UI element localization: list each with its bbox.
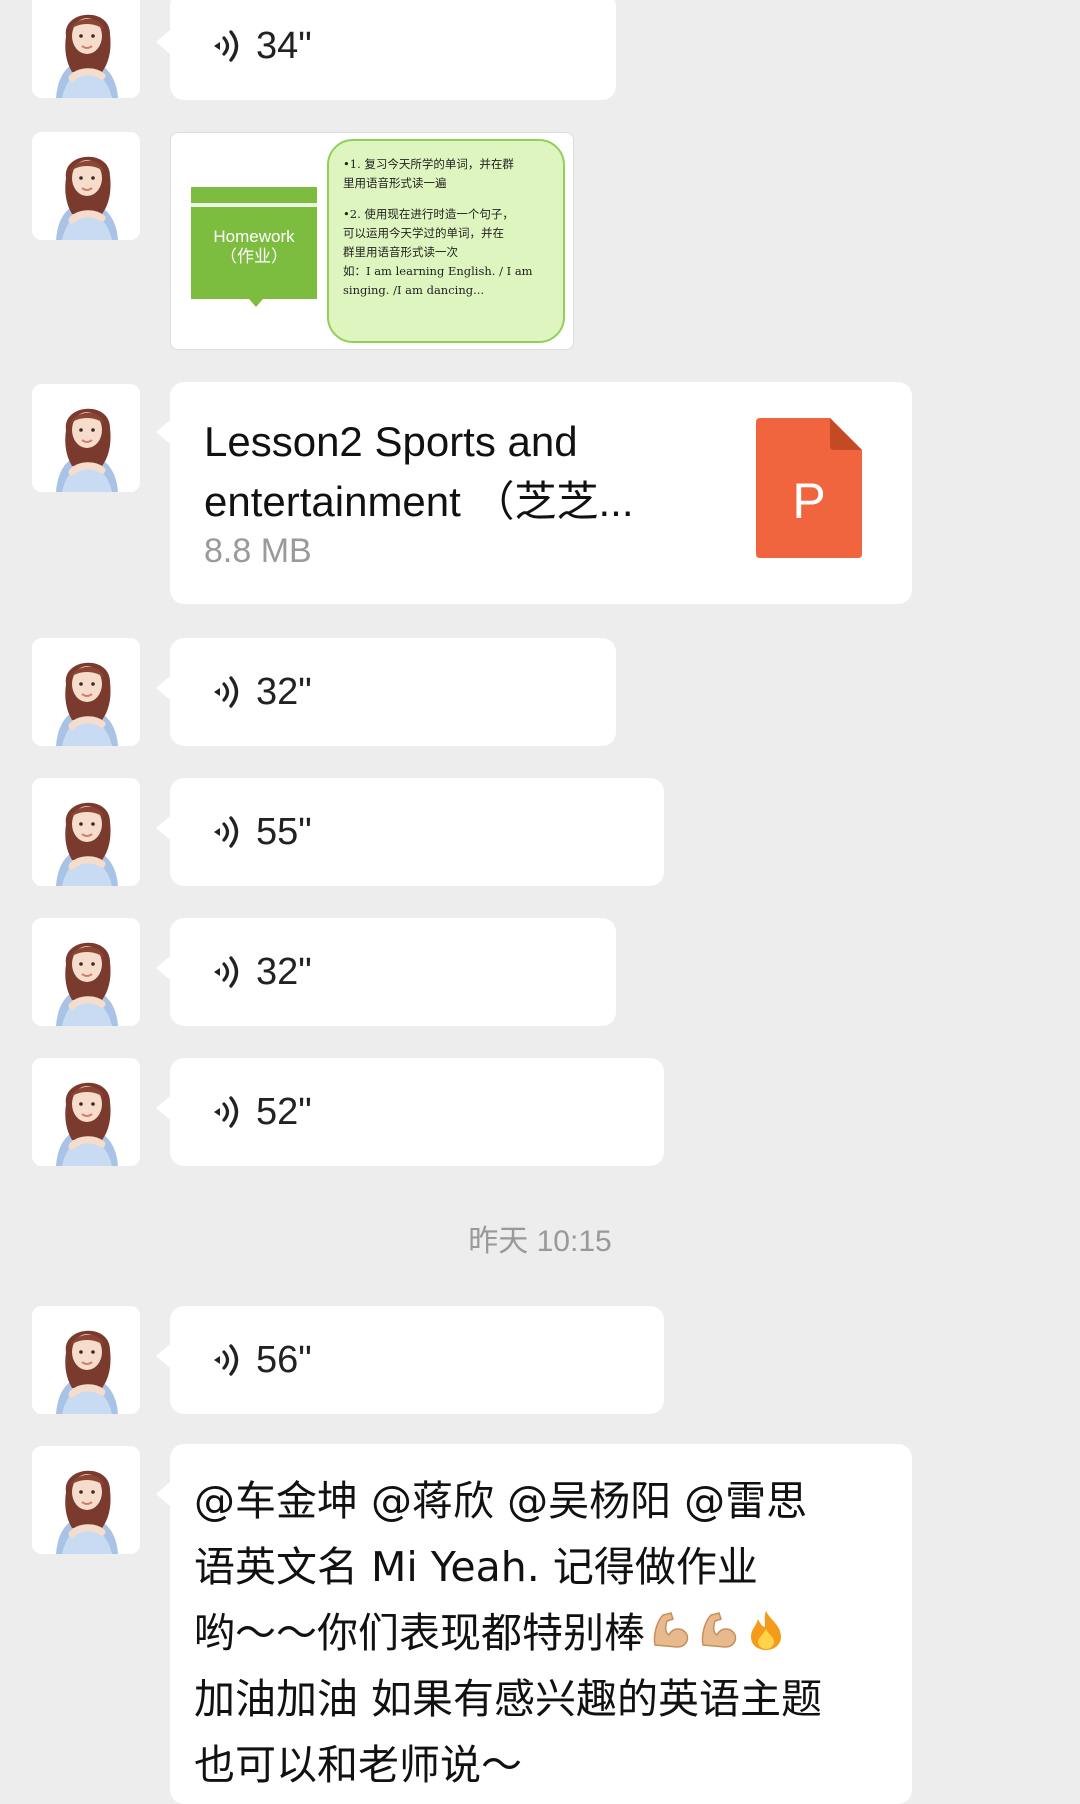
message-text-line: 加油加油 如果有感兴趣的英语主题 <box>194 1675 823 1723</box>
message-text-line: 也可以和老师说～ <box>194 1741 522 1789</box>
voice-wave-icon <box>208 26 248 66</box>
slide-arrow <box>249 299 263 307</box>
flexed-biceps-icon <box>653 1612 689 1648</box>
sender-avatar[interactable] <box>32 778 140 886</box>
slide-note-line: •1. 复习今天所学的单词，并在群 <box>343 157 514 171</box>
slide-note-line: 群里用语音形式读一次 <box>343 245 458 259</box>
slide-note-line: 如：I am learning English. / I am <box>343 264 533 278</box>
flexed-biceps-icon <box>701 1612 737 1648</box>
slide-subtitle: （作业） <box>220 247 288 267</box>
text-message[interactable]: @车金坤 @蒋欣 @吴杨阳 @雷思 语英文名 Mi Yeah. 记得做作业 哟～… <box>156 1444 912 1804</box>
file-name: Lesson2 Sports and entertainment （芝芝... <box>204 412 684 532</box>
slide-note-line: •2. 使用现在进行时造一个句子， <box>343 207 514 221</box>
message-text-line: 语英文名 Mi Yeah. 记得做作业 <box>194 1543 758 1591</box>
file-size: 8.8 MB <box>204 532 312 570</box>
sender-avatar[interactable] <box>32 1446 140 1554</box>
slide-notes: •1. 复习今天所学的单词，并在群 里用语音形式读一遍 •2. 使用现在进行时造… <box>327 139 565 343</box>
voice-wave-icon <box>208 952 248 992</box>
voice-duration: 32" <box>256 951 312 993</box>
voice-message[interactable]: 32" <box>156 638 616 746</box>
fire-icon <box>751 1611 781 1650</box>
slide-stripe <box>191 203 317 207</box>
chat-screen: { "messages": [ { "type": "voice", "dura… <box>0 0 1080 1804</box>
voice-message[interactable]: 56" <box>156 1306 664 1414</box>
file-message[interactable]: Lesson2 Sports and entertainment （芝芝... … <box>156 382 912 604</box>
voice-message[interactable]: 52" <box>156 1058 664 1166</box>
voice-duration: 32" <box>256 671 312 713</box>
file-name-line: entertainment （芝芝... <box>204 478 634 525</box>
sender-avatar[interactable] <box>32 638 140 746</box>
sender-avatar[interactable] <box>32 1058 140 1166</box>
sender-avatar[interactable] <box>32 384 140 492</box>
image-message[interactable]: Homework （作业） •1. 复习今天所学的单词，并在群 里用语音形式读一… <box>170 132 574 350</box>
voice-wave-icon <box>208 672 248 712</box>
voice-message[interactable]: 34" <box>156 0 616 100</box>
voice-duration: 56" <box>256 1339 312 1381</box>
slide-note-line: 可以运用今天学过的单词，并在 <box>343 226 504 240</box>
voice-message[interactable]: 55" <box>156 778 664 886</box>
sender-avatar[interactable] <box>32 918 140 1026</box>
file-name-line: Lesson2 Sports and <box>204 418 578 465</box>
slide-note-line: singing. /I am dancing... <box>343 283 485 297</box>
slide-title: Homework <box>213 227 295 246</box>
file-icon-letter: P <box>792 473 825 529</box>
voice-wave-icon <box>208 812 248 852</box>
chat-timestamp: 昨天 10:15 <box>468 1225 612 1258</box>
message-text-segment: 哟～～你们表现都特别棒 <box>194 1609 645 1657</box>
voice-message[interactable]: 32" <box>156 918 616 1026</box>
voice-duration: 34" <box>256 25 312 67</box>
sender-avatar[interactable] <box>32 0 140 98</box>
slide-note-line: 里用语音形式读一遍 <box>343 176 447 190</box>
message-text-line: @车金坤 @蒋欣 @吴杨阳 @雷思 <box>194 1477 808 1525</box>
voice-duration: 55" <box>256 811 312 853</box>
voice-wave-icon <box>208 1340 248 1380</box>
message-text-line: 哟～～你们表现都特别棒 <box>194 1600 892 1666</box>
sender-avatar[interactable] <box>32 132 140 240</box>
slide-title-box: Homework （作业） <box>191 187 317 307</box>
voice-duration: 52" <box>256 1091 312 1133</box>
sender-avatar[interactable] <box>32 1306 140 1414</box>
powerpoint-file-icon: P <box>756 418 862 558</box>
voice-wave-icon <box>208 1092 248 1132</box>
